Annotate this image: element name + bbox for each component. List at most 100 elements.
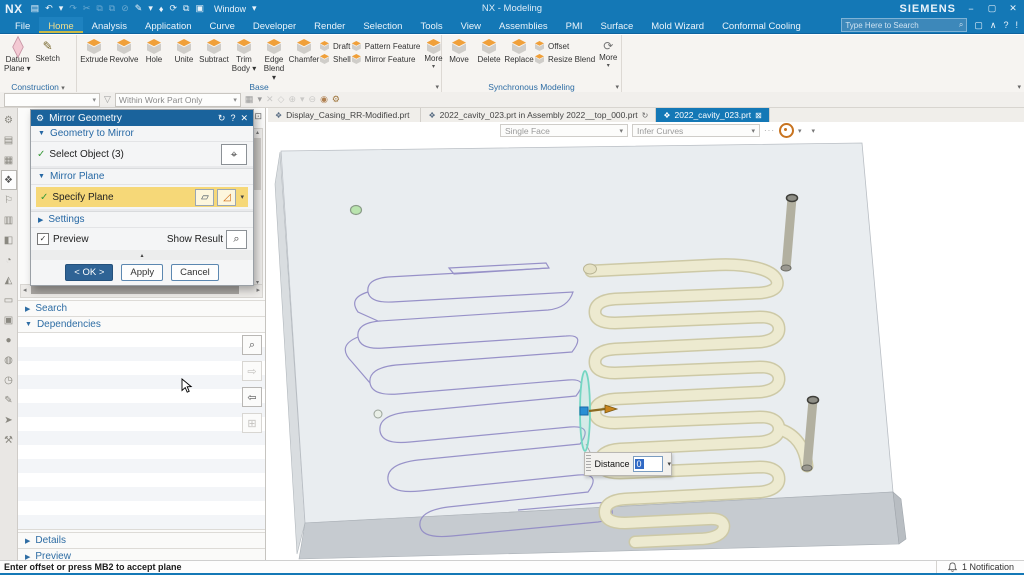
- fullscreen-icon[interactable]: ▢: [974, 20, 983, 31]
- ribbon-tab[interactable]: Render: [305, 17, 354, 33]
- resource-bar-icon[interactable]: ●: [1, 330, 17, 350]
- qat-icon[interactable]: ⧉: [96, 3, 102, 14]
- datum-plane-button[interactable]: Datum Plane ▾: [2, 37, 33, 76]
- ribbon-small-button[interactable]: Offset: [534, 41, 595, 51]
- selection-tool-icon[interactable]: ◉: [320, 94, 328, 105]
- group-caret-icon[interactable]: ▾: [61, 85, 65, 92]
- ribbon-feature-button[interactable]: Hole: [139, 37, 169, 67]
- panel-pin-icon[interactable]: ⊡: [254, 111, 262, 122]
- selection-scope-combo[interactable]: Within Work Part Only ▾: [115, 93, 241, 107]
- ribbon-tab[interactable]: View: [452, 17, 490, 33]
- dialog-collapse-strip[interactable]: ▴: [31, 250, 253, 260]
- resource-bar-icon[interactable]: ⚙: [1, 110, 17, 130]
- plane-options-caret-icon[interactable]: ▾: [240, 193, 244, 201]
- navigator-section-dependencies[interactable]: ▼ Dependencies: [18, 316, 265, 332]
- select-object-button[interactable]: ⌖: [221, 144, 247, 165]
- ribbon-tab[interactable]: Home: [39, 17, 82, 33]
- ribbon-tab[interactable]: Tools: [411, 17, 451, 33]
- base-group-caret-icon[interactable]: ▾: [435, 83, 439, 91]
- document-tab-badge-icon[interactable]: ⊠: [755, 111, 762, 120]
- selection-tool-icon[interactable]: ⚙: [332, 94, 340, 105]
- selection-tool-icon[interactable]: ⊖: [309, 94, 317, 105]
- section-geometry-to-mirror[interactable]: ▼ Geometry to Mirror: [31, 126, 253, 142]
- selection-tool-icon[interactable]: ◇: [278, 94, 285, 105]
- qat-icon[interactable]: ▤: [31, 3, 40, 14]
- specify-plane-row[interactable]: ✓ Specify Plane ▱ ◿ ▾: [36, 187, 248, 207]
- qat-icon[interactable]: ✎: [135, 3, 143, 14]
- navigator-section-search[interactable]: ▶ Search: [18, 300, 265, 316]
- help-icon[interactable]: ?: [1003, 20, 1008, 30]
- ribbon-small-button[interactable]: Mirror Feature: [351, 54, 421, 64]
- show-result-button[interactable]: ⌕: [226, 230, 247, 249]
- document-tab-badge-icon[interactable]: ↻: [642, 111, 649, 120]
- dependencies-list[interactable]: ⌕ ⇨ ⇦ ⊞: [18, 332, 265, 530]
- ribbon-tab[interactable]: Selection: [354, 17, 411, 33]
- section-settings[interactable]: ▶ Settings: [31, 212, 253, 228]
- resource-bar-icon[interactable]: ◍: [1, 350, 17, 370]
- target-caret-icon[interactable]: ▾: [798, 127, 802, 135]
- minimize-button[interactable]: −: [965, 4, 977, 14]
- resource-bar-icon[interactable]: ◧: [1, 230, 17, 250]
- ribbon-tab[interactable]: Conformal Cooling: [713, 17, 810, 33]
- minimize-ribbon-icon[interactable]: ∧: [990, 20, 997, 31]
- qat-icon[interactable]: ▾: [148, 3, 153, 14]
- resource-bar-icon[interactable]: ➤: [1, 410, 17, 430]
- ribbon-feature-button[interactable]: Chamfer: [289, 37, 319, 67]
- resource-bar-icon[interactable]: ⚐: [1, 190, 17, 210]
- qat-icon[interactable]: ↷: [69, 3, 77, 14]
- navigator-horizontal-scrollbar[interactable]: ◂ ▸: [20, 284, 263, 298]
- document-tab[interactable]: ❖ Display_Casing_RR-Modified.prt: [268, 108, 421, 122]
- window-menu-caret-icon[interactable]: ▾: [252, 3, 257, 14]
- plane-dialog-icon[interactable]: ▱: [195, 189, 214, 206]
- restore-button[interactable]: ▢: [986, 3, 998, 14]
- face-rule-combo[interactable]: Single Face ▾: [500, 124, 628, 137]
- qat-icon[interactable]: ⊘: [121, 3, 129, 14]
- dialog-title-bar[interactable]: ⚙ Mirror Geometry ↻ ? ✕: [31, 110, 253, 126]
- ribbon-feature-button[interactable]: Unite: [169, 37, 199, 67]
- ribbon-overflow-caret-icon[interactable]: ▾: [1017, 83, 1021, 91]
- ribbon-tab[interactable]: Assemblies: [490, 17, 557, 33]
- dependencies-tool-button[interactable]: ⊞: [242, 413, 262, 433]
- resource-bar-icon[interactable]: ❖: [1, 170, 17, 190]
- resource-bar-icon[interactable]: ◭: [1, 270, 17, 290]
- ribbon-small-button[interactable]: Draft: [319, 41, 351, 51]
- dependencies-tool-button[interactable]: ⇦: [242, 387, 262, 407]
- ribbon-tab[interactable]: Surface: [592, 17, 643, 33]
- qat-icon[interactable]: ⧉: [109, 3, 115, 14]
- dialog-close-icon[interactable]: ✕: [240, 113, 248, 124]
- scroll-left-icon[interactable]: ◂: [23, 286, 27, 294]
- ribbon-tab[interactable]: PMI: [557, 17, 592, 33]
- apply-button[interactable]: Apply: [121, 264, 163, 281]
- ribbon-tab[interactable]: Mold Wizard: [642, 17, 713, 33]
- resource-bar-icon[interactable]: ◔: [1, 250, 17, 270]
- drag-handle[interactable]: [586, 455, 591, 473]
- ribbon-feature-button[interactable]: Revolve: [109, 37, 139, 67]
- ribbon-feature-button[interactable]: Extrude: [79, 37, 109, 67]
- plane-drag-handle[interactable]: [580, 407, 588, 415]
- ok-button[interactable]: < OK >: [65, 264, 113, 281]
- ribbon-small-button[interactable]: Resize Blend: [534, 54, 595, 64]
- scrollbar-thumb[interactable]: [254, 138, 261, 190]
- type-filter-combo[interactable]: ▾: [4, 93, 100, 107]
- distance-input[interactable]: 0: [633, 456, 664, 472]
- ribbon-tab[interactable]: Application: [136, 17, 200, 33]
- alert-icon[interactable]: !: [1015, 20, 1018, 30]
- ribbon-feature-button[interactable]: Move: [444, 37, 474, 67]
- selection-tool-icon[interactable]: ▾: [300, 94, 305, 105]
- resource-bar-icon[interactable]: ◷: [1, 370, 17, 390]
- window-menu[interactable]: Window: [214, 4, 246, 14]
- ribbon-tab[interactable]: Developer: [244, 17, 305, 33]
- ribbon-feature-button[interactable]: Delete: [474, 37, 504, 67]
- dependencies-tool-button[interactable]: ⇨: [242, 361, 262, 381]
- qat-icon[interactable]: ✂: [83, 3, 91, 14]
- document-tab[interactable]: ❖ 2022_cavity_023.prt ⊠: [656, 108, 769, 122]
- ribbon-feature-button[interactable]: Replace: [504, 37, 534, 67]
- resource-bar-icon[interactable]: ✎: [1, 390, 17, 410]
- ribbon-tab[interactable]: File: [6, 17, 39, 33]
- ribbon-small-button[interactable]: Pattern Feature: [351, 41, 421, 51]
- selection-tool-icon[interactable]: ▦: [245, 94, 254, 105]
- reverse-direction-icon[interactable]: ◿: [217, 189, 236, 206]
- notification-area[interactable]: 1 Notification: [936, 561, 1024, 573]
- qat-icon[interactable]: ♦: [159, 4, 164, 14]
- preview-checkbox[interactable]: ✓: [37, 233, 49, 245]
